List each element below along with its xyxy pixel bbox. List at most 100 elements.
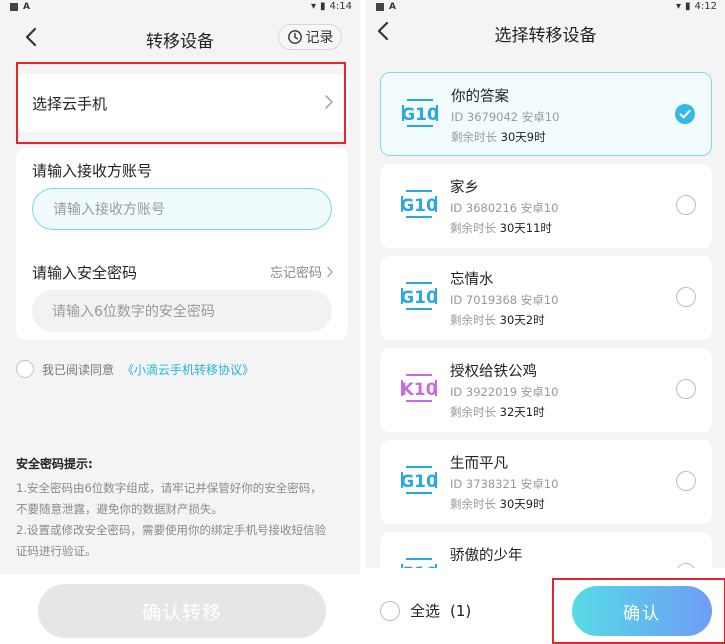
tips-line: 不要随意泄露，避免你的数据财产损失。 bbox=[16, 502, 223, 516]
device-radio[interactable] bbox=[676, 195, 696, 215]
device-badge-icon: G10 bbox=[400, 282, 438, 310]
device-remaining: 剩余时长 30天2时 bbox=[450, 312, 545, 328]
device-id-line: ID 3738321 安卓10 bbox=[450, 476, 558, 492]
app-a-icon: A bbox=[23, 2, 30, 12]
select-all-toggle[interactable]: 全选 (1) bbox=[380, 600, 471, 621]
receiver-account-input[interactable]: 请输入接收方账号 bbox=[32, 188, 332, 230]
password-label: 请输入安全密码 bbox=[32, 264, 138, 282]
remaining-label: 剩余时长 bbox=[451, 130, 497, 144]
forgot-password-label: 忘记密码 bbox=[269, 266, 322, 281]
agree-text: 我已阅读同意 bbox=[42, 362, 115, 377]
device-card[interactable]: K10 授权给铁公鸡 ID 3922019 安卓10 剩余时长 32天1时 bbox=[380, 348, 712, 432]
tips-title: 安全密码提示: bbox=[16, 457, 93, 471]
remaining-value: 32天1时 bbox=[499, 405, 545, 419]
agreement-row: 我已阅读同意 《小滴云手机转移协议》 bbox=[16, 360, 254, 378]
agreement-link[interactable]: 《小滴云手机转移协议》 bbox=[122, 361, 254, 378]
device-id: ID 3738321 bbox=[450, 477, 518, 491]
device-badge-icon: K10 bbox=[401, 374, 438, 402]
device-id-line: ID 3679042 安卓10 bbox=[451, 109, 559, 125]
device-badge-icon: G10 bbox=[400, 558, 438, 568]
device-os: 安卓10 bbox=[520, 477, 559, 491]
device-radio[interactable] bbox=[676, 287, 696, 307]
device-id: ID 3679042 bbox=[451, 110, 519, 124]
device-remaining: 剩余时长 32天1时 bbox=[450, 404, 545, 420]
remaining-value: 30天9时 bbox=[500, 130, 546, 144]
battery-icon: ▮ bbox=[685, 1, 691, 12]
password-input[interactable]: 请输入6位数字的安全密码 bbox=[32, 290, 332, 332]
device-remaining: 剩余时长 30天11时 bbox=[450, 220, 552, 236]
device-os: 安卓10 bbox=[521, 110, 560, 124]
remaining-value: 30天11时 bbox=[499, 221, 552, 235]
password-tips: 安全密码提示: 1.安全密码由6位数字组成，请牢记并保管好你的安全密码， 不要随… bbox=[16, 454, 348, 562]
highlight-box bbox=[16, 62, 346, 144]
device-id-line: ID 3680216 安卓10 bbox=[450, 200, 558, 216]
device-radio[interactable] bbox=[676, 471, 696, 491]
remaining-label: 剩余时长 bbox=[450, 497, 496, 511]
device-id-line: ID 3922019 安卓10 bbox=[450, 384, 558, 400]
device-os: 安卓10 bbox=[520, 385, 559, 399]
device-name: 你的答案 bbox=[451, 89, 509, 105]
remaining-label: 剩余时长 bbox=[450, 221, 496, 235]
device-badge-label: G10 bbox=[400, 196, 438, 216]
device-card[interactable]: G10骄傲的少年ID 3896196 安卓10剩余时长 bbox=[380, 532, 712, 568]
remaining-value: 30天2时 bbox=[499, 313, 545, 327]
selected-check-icon[interactable] bbox=[675, 104, 695, 124]
receiver-account-placeholder: 请输入接收方账号 bbox=[53, 202, 165, 218]
device-list: G10 你的答案 ID 3679042 安卓10 剩余时长 30天9时 G10 家乡 ID … bbox=[380, 72, 712, 568]
highlight-box bbox=[552, 578, 725, 644]
device-name: 骄傲的少年 bbox=[450, 548, 523, 564]
device-card[interactable]: G10 你的答案 ID 3679042 安卓10 剩余时长 30天9时 bbox=[380, 72, 712, 156]
device-os: 安卓10 bbox=[520, 293, 559, 307]
device-remaining: 剩余时长 30天9时 bbox=[450, 496, 545, 512]
nav-bar: 转移设备 记录 bbox=[0, 18, 360, 58]
device-remaining: 剩余时长 30天9时 bbox=[451, 129, 546, 145]
device-badge-icon: G10 bbox=[401, 99, 439, 127]
receiver-account-label: 请输入接收方账号 bbox=[32, 162, 153, 180]
transfer-form: 请输入接收方账号 请输入接收方账号 请输入安全密码 忘记密码 请输入6位数字的安… bbox=[16, 148, 348, 340]
wifi-icon: ▾ bbox=[310, 1, 317, 12]
clock-icon bbox=[287, 30, 302, 44]
record-button[interactable]: 记录 bbox=[278, 24, 342, 50]
device-badge-label: G10 bbox=[401, 105, 439, 125]
device-name: 忘情水 bbox=[450, 272, 494, 288]
page-title: 选择转移设备 bbox=[494, 26, 597, 46]
chevron-right-icon bbox=[327, 266, 333, 277]
tips-line: 2.设置或修改安全密码，需要使用你的绑定手机号接收短信验 bbox=[16, 523, 326, 537]
wifi-icon: ▾ bbox=[675, 1, 682, 12]
remaining-label: 剩余时长 bbox=[450, 313, 496, 327]
device-id: ID 7019368 bbox=[450, 293, 518, 307]
device-card[interactable]: G10 家乡 ID 3680216 安卓10 剩余时长 30天11时 bbox=[380, 164, 712, 248]
device-name: 生而平凡 bbox=[450, 456, 508, 472]
battery-icon: ▮ bbox=[320, 1, 326, 12]
agree-checkbox[interactable] bbox=[16, 360, 34, 378]
device-name: 家乡 bbox=[450, 180, 479, 196]
confirm-transfer-button[interactable]: 确认转移 bbox=[38, 584, 326, 638]
device-card[interactable]: G10 忘情水 ID 7019368 安卓10 剩余时长 30天2时 bbox=[380, 256, 712, 340]
select-all-radio[interactable] bbox=[380, 600, 400, 621]
selected-count: (1) bbox=[450, 601, 472, 620]
remaining-value: 30天9时 bbox=[499, 497, 545, 511]
tips-line: 1.安全密码由6位数字组成，请牢记并保管好你的安全密码， bbox=[16, 481, 322, 495]
nav-bar: 选择转移设备 bbox=[366, 12, 725, 52]
select-all-label: 全选 bbox=[410, 602, 441, 620]
select-device-screen: A ▾ ▮ 4:12 选择转移设备 G10 你的答案 ID 3679042 安卓10… bbox=[366, 0, 725, 644]
notification-icon bbox=[376, 3, 384, 11]
app-a-icon: A bbox=[389, 2, 396, 12]
device-id-line: ID 7019368 安卓10 bbox=[450, 292, 558, 308]
device-badge-label: K10 bbox=[401, 380, 438, 400]
notification-icon bbox=[10, 3, 18, 11]
device-id: ID 3680216 bbox=[450, 201, 518, 215]
device-badge-icon: G10 bbox=[400, 190, 438, 218]
transfer-device-screen: A ▾ ▮ 4:14 转移设备 记录 选择云手机 请输入接收方账号 请输入接收方… bbox=[0, 0, 360, 644]
status-time: 4:12 bbox=[694, 1, 717, 12]
record-label: 记录 bbox=[305, 30, 334, 46]
device-os: 安卓10 bbox=[520, 201, 559, 215]
device-radio[interactable] bbox=[676, 379, 696, 399]
forgot-password-link[interactable]: 忘记密码 bbox=[270, 262, 334, 281]
status-bar: A ▾ ▮ 4:14 bbox=[0, 0, 360, 16]
device-badge-label: G10 bbox=[400, 472, 438, 492]
device-id: ID 3922019 bbox=[450, 385, 518, 399]
device-card[interactable]: G10 生而平凡 ID 3738321 安卓10 剩余时长 30天9时 bbox=[380, 440, 712, 524]
remaining-label: 剩余时长 bbox=[450, 405, 496, 419]
device-badge-icon: G10 bbox=[400, 466, 438, 494]
